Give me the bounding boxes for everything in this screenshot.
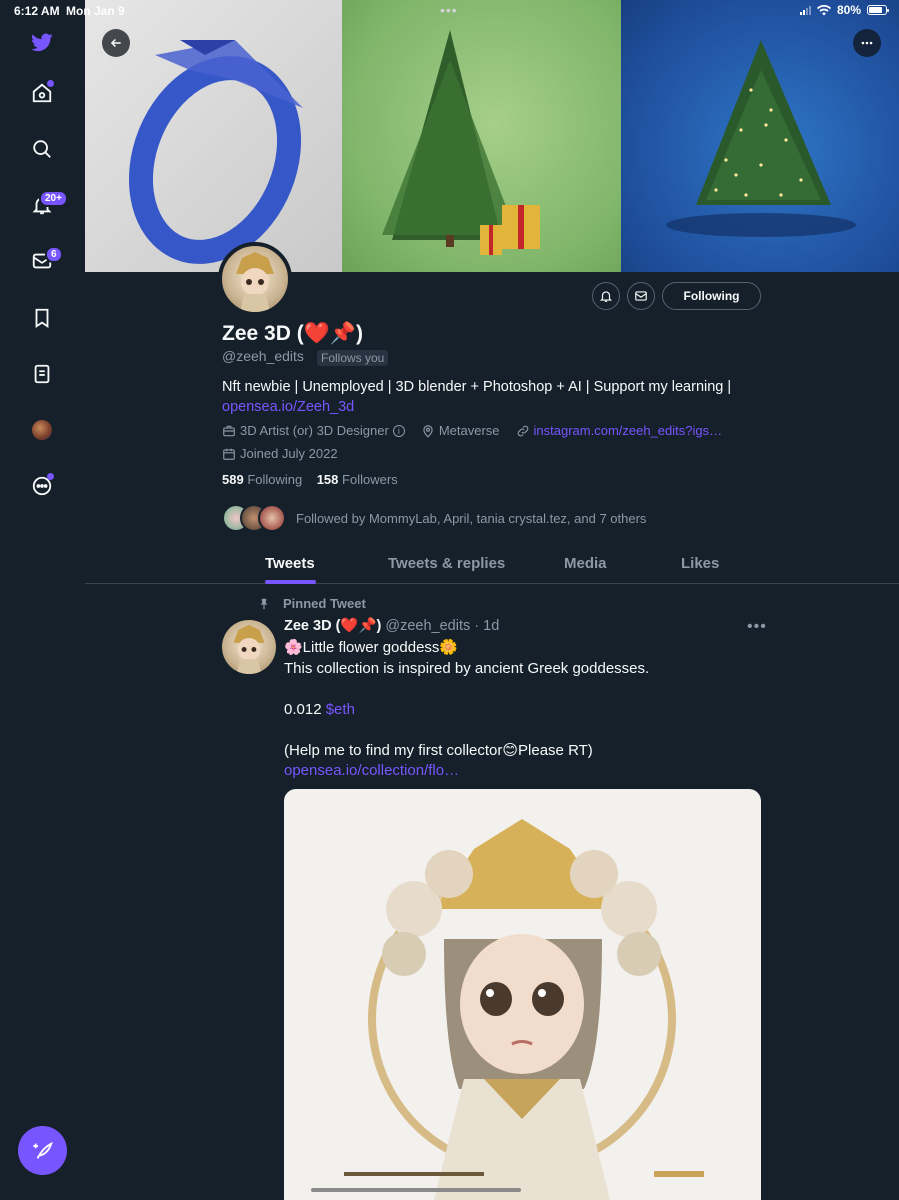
tweet-author-avatar[interactable] xyxy=(222,620,276,674)
calendar-icon xyxy=(223,448,235,460)
profile-avatar-icon[interactable] xyxy=(22,410,62,450)
tweet-media-image[interactable] xyxy=(284,789,761,1200)
twitter-logo-icon[interactable] xyxy=(22,22,62,62)
profile-main: Following Zee 3D (❤️📌) @zeeh_edits Follo… xyxy=(85,0,899,1200)
bio-text: Nft newbie | Unemployed | 3D blender + P… xyxy=(222,379,732,395)
compose-feather-icon xyxy=(32,1141,53,1159)
profile-more-button[interactable] xyxy=(853,29,881,57)
battery-icon xyxy=(867,5,889,15)
profile-website[interactable]: instagram.com/zeeh_edits?igs… xyxy=(534,423,723,438)
tab-likes[interactable]: Likes xyxy=(681,555,719,572)
profile-meta-row: 3D Artist (or) 3D Designer i Metaverse i… xyxy=(222,423,738,438)
home-indicator[interactable] xyxy=(311,1188,521,1192)
profile-banner xyxy=(85,0,899,272)
active-tab-indicator xyxy=(265,580,316,584)
multitasking-dots-icon[interactable]: ••• xyxy=(440,2,458,18)
wifi-icon xyxy=(816,4,831,15)
profile-handle: @zeeh_edits xyxy=(222,348,304,364)
status-right: 80% xyxy=(799,3,889,17)
bio-link[interactable]: opensea.io/Zeeh_3d xyxy=(222,399,354,415)
notifications-badge: 20+ xyxy=(39,190,68,207)
tab-media[interactable]: Media xyxy=(564,555,607,572)
follow-counts: 589 Following 158 Followers xyxy=(222,472,398,487)
status-bar: 6:12 AM Mon Jan 9 ••• 80% xyxy=(0,0,899,22)
compose-tweet-button[interactable] xyxy=(18,1126,67,1175)
following-count-link[interactable]: 589 Following xyxy=(222,472,302,487)
info-icon[interactable]: i xyxy=(392,424,405,437)
tweet-link[interactable]: opensea.io/collection/flo… xyxy=(284,761,764,782)
banner-tree-image xyxy=(342,0,621,272)
back-arrow-button[interactable] xyxy=(102,29,130,57)
location-item: Metaverse xyxy=(421,423,500,438)
follower-avatar xyxy=(258,504,286,532)
profile-category: 3D Artist (or) 3D Designer xyxy=(240,423,389,438)
following-button[interactable]: Following xyxy=(662,282,761,310)
back-arrow-icon xyxy=(110,38,121,48)
tweet-line: (Help me to find my first collector😊Plea… xyxy=(284,741,593,759)
joined-row: Joined July 2022 xyxy=(222,446,338,461)
mail-icon xyxy=(635,291,647,301)
profile-tabs: Tweets Tweets & replies Media Likes xyxy=(85,543,899,584)
category-item: 3D Artist (or) 3D Designer i xyxy=(222,423,405,438)
sidebar: 20+ 6 xyxy=(0,0,85,1200)
tab-tweets[interactable]: Tweets xyxy=(265,555,315,572)
home-dot-badge xyxy=(47,80,54,87)
signal-icon xyxy=(799,5,811,15)
tweet-line: 🌸Little flower goddess🌼 xyxy=(284,639,459,656)
location-pin-icon xyxy=(423,424,433,438)
tweet-handle-time: @zeeh_edits · 1d xyxy=(385,618,500,634)
tweet-price-line: 0.012 $eth xyxy=(284,700,355,718)
followed-by-row[interactable]: Followed by MommyLab, April, tania cryst… xyxy=(222,504,646,532)
bookmarks-icon[interactable] xyxy=(22,298,62,338)
more-options-icon[interactable] xyxy=(22,466,62,506)
eth-cashtag-link[interactable]: $eth xyxy=(326,701,355,718)
joined-date: Joined July 2022 xyxy=(240,446,338,461)
pin-icon xyxy=(260,598,268,609)
link-icon xyxy=(517,425,528,436)
tweet-author-name[interactable]: Zee 3D (❤️📌) xyxy=(284,618,381,634)
profile-location: Metaverse xyxy=(438,423,500,438)
messages-mail-icon[interactable]: 6 xyxy=(22,241,63,281)
followed-by-text: Followed by MommyLab, April, tania cryst… xyxy=(296,510,647,526)
profile-bio: Nft newbie | Unemployed | 3D blender + P… xyxy=(222,377,782,417)
home-icon[interactable] xyxy=(22,73,62,113)
more-dot-badge xyxy=(47,473,54,480)
more-horizontal-icon xyxy=(861,41,873,45)
tweet-more-icon[interactable]: ••• xyxy=(747,618,767,636)
message-button[interactable] xyxy=(627,282,655,310)
website-item: instagram.com/zeeh_edits?igs… xyxy=(516,423,723,438)
briefcase-icon xyxy=(223,425,235,436)
profile-name: Zee 3D (❤️📌) xyxy=(222,322,363,345)
notifications-bell-icon[interactable]: 20+ xyxy=(22,185,68,225)
tweet-spacer xyxy=(284,679,764,700)
tab-tweets-replies[interactable]: Tweets & replies xyxy=(388,555,505,572)
notify-bell-button[interactable] xyxy=(592,282,620,310)
battery-percent: 80% xyxy=(836,3,861,17)
bell-plus-icon xyxy=(599,291,613,302)
profile-avatar[interactable] xyxy=(218,242,292,316)
pinned-label: Pinned Tweet xyxy=(257,596,366,611)
tweet-spacer xyxy=(284,720,764,741)
search-icon[interactable] xyxy=(22,129,62,169)
tweet-header: Zee 3D (❤️📌) @zeeh_edits · 1d xyxy=(284,617,499,634)
pinned-text: Pinned Tweet xyxy=(283,596,366,611)
status-time: 6:12 AM xyxy=(14,4,60,18)
messages-badge: 6 xyxy=(45,246,63,263)
tweet-body: 🌸Little flower goddess🌼 This collection … xyxy=(284,638,764,782)
lists-icon[interactable] xyxy=(22,354,62,394)
followers-count-link[interactable]: 158 Followers xyxy=(317,472,398,487)
tweet-line: This collection is inspired by ancient G… xyxy=(284,659,650,677)
follows-you-badge: Follows you xyxy=(317,350,389,366)
status-date: Mon Jan 9 xyxy=(66,4,125,18)
